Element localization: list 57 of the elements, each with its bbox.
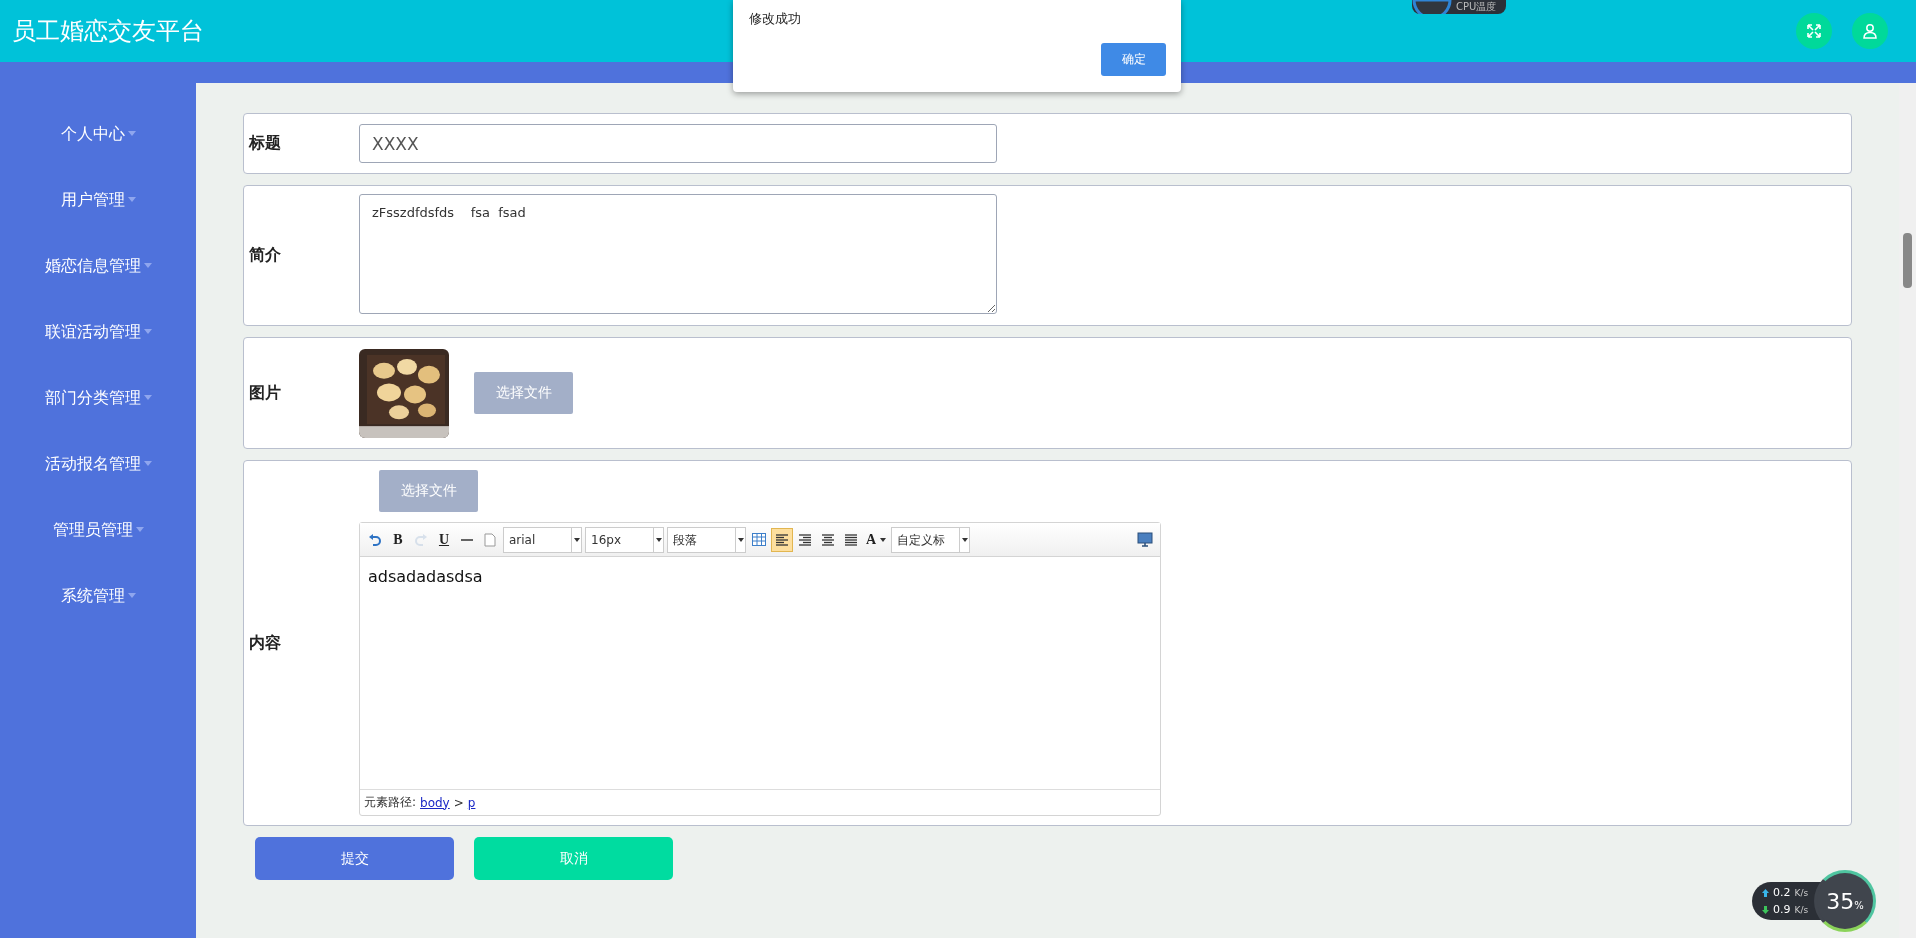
path-link[interactable]: p (467, 795, 476, 810)
speed-unit: K/s (1794, 887, 1809, 898)
caret-icon (143, 262, 152, 268)
caret-icon (655, 537, 662, 542)
path-link[interactable]: body (420, 795, 450, 810)
field-label: 内容 (249, 632, 282, 654)
toolbar-dropdown[interactable]: 段落 (667, 526, 746, 553)
toolbar-dropdown[interactable]: arial (503, 526, 582, 553)
caret-icon (573, 537, 580, 542)
sidebar-item[interactable]: 管理员管理 (52, 497, 144, 563)
percent-sign: % (1854, 899, 1864, 911)
confirm-button[interactable]: 确定 (1101, 43, 1166, 76)
editor-text: adsadadasdsa (368, 567, 483, 586)
caret-icon (880, 537, 887, 542)
sidebar-item[interactable]: 用户管理 (60, 167, 136, 233)
up-arrow-icon (1762, 888, 1769, 897)
caret-icon (143, 394, 152, 400)
speed-unit: K/s (1794, 904, 1809, 915)
path-label: 元素路径: (364, 794, 417, 811)
path-separator: > (453, 795, 464, 810)
sidebar-item[interactable]: 部门分类管理 (44, 365, 152, 431)
caret-icon (143, 328, 152, 334)
app-title: 员工婚恋交友平台 (12, 16, 204, 47)
align-left-icon[interactable] (771, 527, 793, 552)
dialog-message: 修改成功 (749, 10, 801, 28)
sidebar-item[interactable]: 活动报名管理 (44, 431, 152, 497)
download-speed: 0.9 (1773, 903, 1791, 916)
cpu-label: CPU温度 (1456, 0, 1497, 13)
sidebar-item[interactable]: 婚恋信息管理 (44, 233, 152, 299)
bold-button[interactable]: B (387, 527, 409, 552)
caret-icon (127, 196, 136, 202)
usage-percent: 35 (1826, 888, 1855, 914)
sidebar-item[interactable]: 联谊活动管理 (44, 299, 152, 365)
choose-file-button[interactable]: 选择文件 (474, 372, 573, 414)
toolbar-dropdown[interactable]: 16px (585, 526, 664, 553)
title-input[interactable]: XXXX (359, 124, 997, 163)
upload-speed: 0.2 (1773, 886, 1791, 899)
font-color-button[interactable]: A (863, 527, 890, 552)
toolbar-dropdown[interactable]: 自定义标 (891, 526, 971, 553)
caret-icon (737, 537, 744, 542)
summary-textarea[interactable]: zFsszdfdsfds fsa fsad (359, 193, 997, 314)
caret-icon (143, 460, 152, 466)
scrollbar[interactable] (1899, 83, 1916, 938)
editor-content[interactable]: adsadadasdsa (360, 557, 1160, 789)
field-label: 图片 (249, 382, 282, 404)
choose-file-button[interactable]: 选择文件 (379, 470, 478, 512)
sidebar-item[interactable]: 个人中心 (60, 101, 136, 167)
caret-icon (961, 537, 968, 542)
field-label: 标题 (249, 133, 282, 154)
sidebar-item[interactable]: 系统管理 (60, 563, 136, 629)
underline-button[interactable]: U (433, 527, 455, 552)
caret-icon (135, 526, 144, 532)
caret-icon (127, 592, 136, 598)
caret-icon (127, 130, 136, 136)
down-arrow-icon (1762, 905, 1769, 914)
field-label: 简介 (249, 245, 282, 266)
submit-button[interactable]: 提交 (255, 837, 454, 880)
